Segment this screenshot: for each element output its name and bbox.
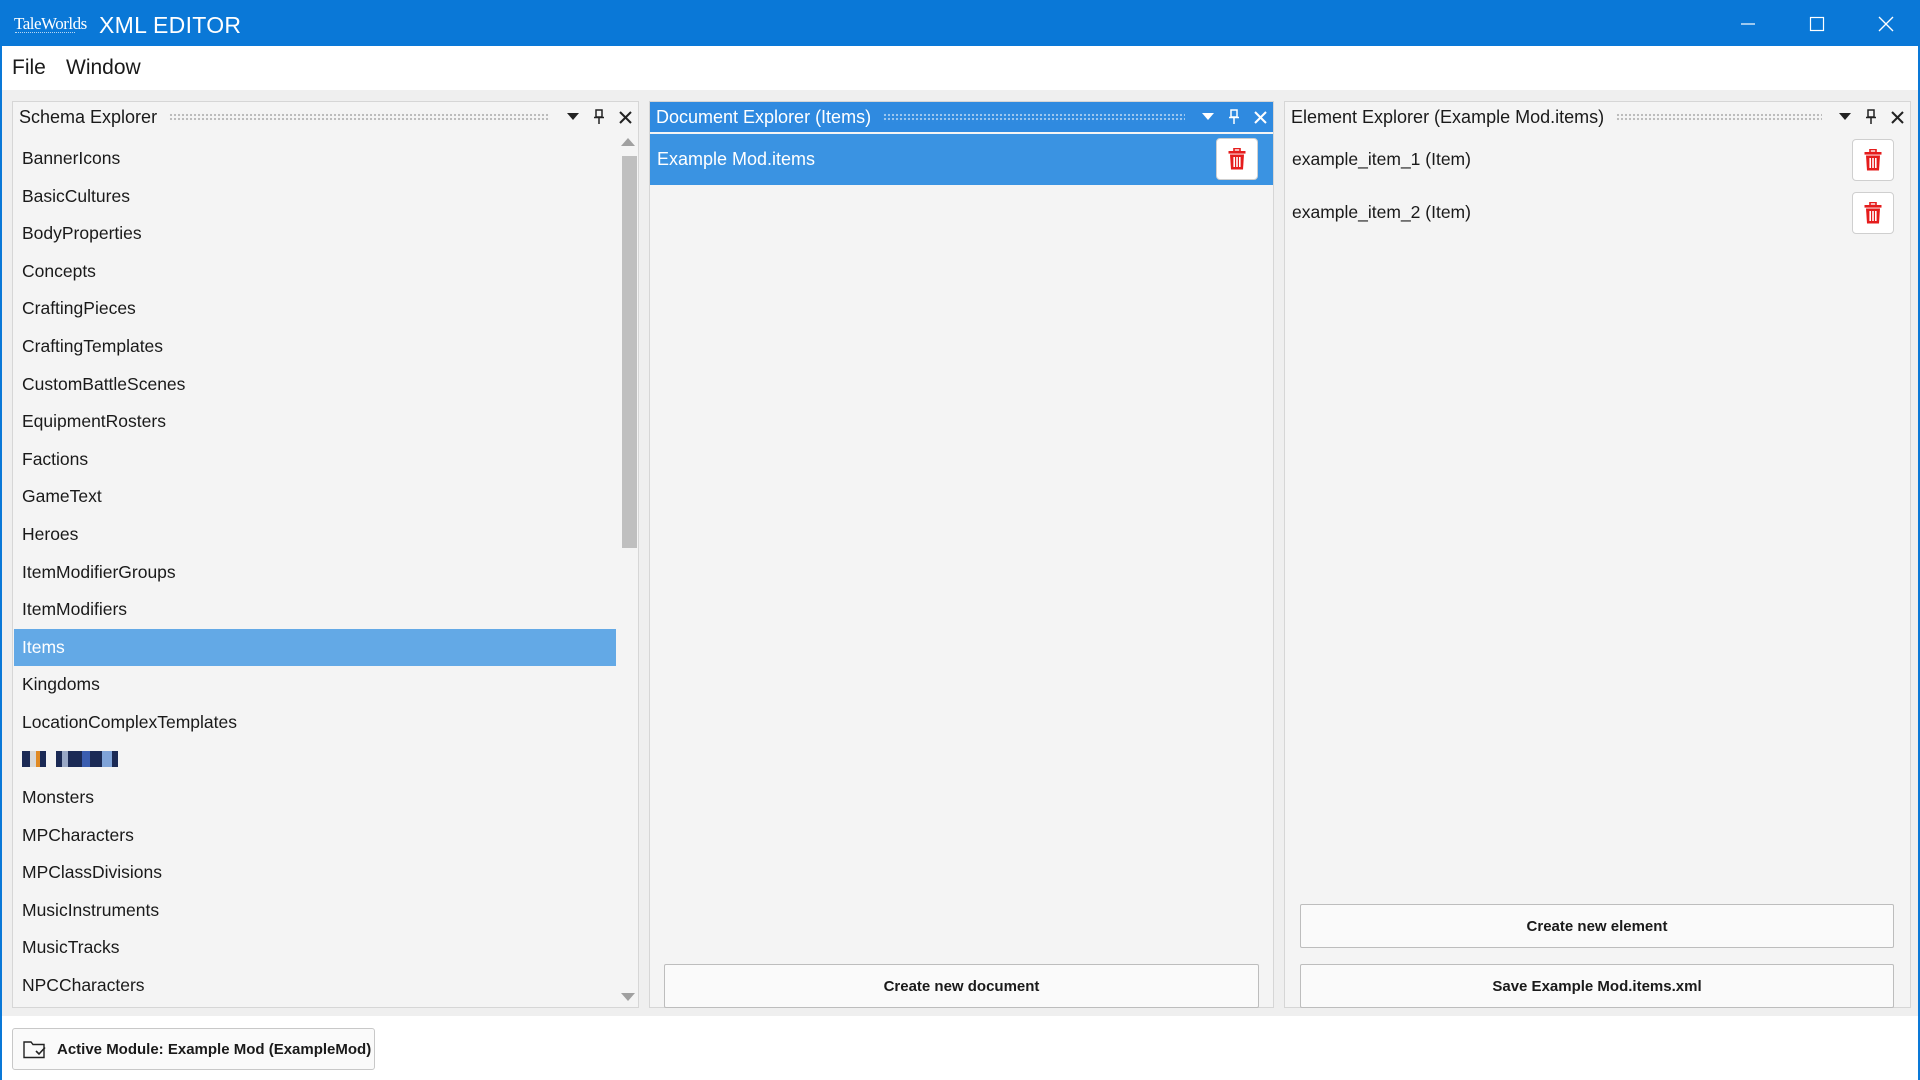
schema-item-craftingpieces[interactable]: CraftingPieces (14, 290, 616, 328)
scroll-down-arrow[interactable] (621, 993, 635, 1001)
schema-item-npccharacters[interactable]: NPCCharacters (14, 967, 616, 1005)
save-document-button[interactable]: Save Example Mod.items.xml (1300, 964, 1894, 1008)
document-list-container: Example Mod.items Create new document (650, 132, 1273, 1008)
schema-item-mpcharacters[interactable]: MPCharacters (14, 817, 616, 855)
trash-icon (1228, 148, 1246, 170)
panel-close-button[interactable] (1884, 102, 1910, 132)
delete-element-button[interactable] (1852, 139, 1894, 181)
scroll-up-arrow[interactable] (621, 138, 635, 146)
active-module-label: Active Module: Example Mod (ExampleMod) (57, 1040, 372, 1058)
maximize-icon (1809, 16, 1825, 32)
panel-title: Element Explorer (Example Mod.items) (1291, 106, 1605, 127)
pin-icon (1866, 109, 1876, 124)
schema-item-mpclassdivisions[interactable]: MPClassDivisions (14, 854, 616, 892)
schema-explorer-panel: Schema Explorer BannerIcons BasicCulture… (12, 101, 639, 1008)
menu-bar: File Window (2, 46, 1918, 90)
schema-item-redacted[interactable] (14, 742, 616, 780)
schema-scrollbar[interactable] (618, 132, 638, 1007)
document-explorer-header[interactable]: Document Explorer (Items) (650, 102, 1273, 132)
schema-list-container: BannerIcons BasicCultures BodyProperties… (13, 132, 638, 1007)
taleworlds-logo: TaleWorlds (14, 14, 87, 33)
schema-item-bodyproperties[interactable]: BodyProperties (14, 215, 616, 253)
schema-item-factions[interactable]: Factions (14, 441, 616, 479)
pin-icon (1229, 109, 1239, 124)
panel-title: Document Explorer (Items) (656, 106, 872, 127)
status-bar: Active Module: Example Mod (ExampleMod) (2, 1016, 1918, 1080)
document-row[interactable]: Example Mod.items (650, 134, 1273, 185)
schema-item-custombattlescenes[interactable]: CustomBattleScenes (14, 366, 616, 404)
drag-grip[interactable] (1616, 112, 1822, 122)
schema-explorer-header[interactable]: Schema Explorer (13, 102, 638, 132)
schema-item-items[interactable]: Items (14, 628, 616, 667)
schema-item-itemmodifiers[interactable]: ItemModifiers (14, 591, 616, 629)
schema-list: BannerIcons BasicCultures BodyProperties… (14, 140, 616, 1005)
schema-item-gametext[interactable]: GameText (14, 478, 616, 516)
schema-item-craftingtemplates[interactable]: CraftingTemplates (14, 328, 616, 366)
close-icon (1878, 16, 1894, 32)
panel-pin-button[interactable] (1858, 102, 1884, 132)
panel-close-button[interactable] (1247, 102, 1273, 132)
maximize-button[interactable] (1783, 2, 1851, 46)
create-new-document-button[interactable]: Create new document (664, 964, 1259, 1008)
element-explorer-header[interactable]: Element Explorer (Example Mod.items) (1285, 102, 1910, 132)
element-row[interactable]: example_item_1 (Item) (1285, 134, 1910, 186)
trash-icon (1864, 202, 1882, 224)
element-row[interactable]: example_item_2 (Item) (1285, 187, 1910, 239)
window-title: XML EDITOR (99, 12, 242, 38)
redacted-label (22, 750, 122, 767)
element-name: example_item_1 (Item) (1292, 149, 1471, 169)
workspace: Schema Explorer BannerIcons BasicCulture… (2, 90, 1918, 1016)
pin-icon (594, 109, 604, 124)
panel-pin-button[interactable] (586, 102, 612, 132)
create-new-element-button[interactable]: Create new element (1300, 904, 1894, 948)
schema-item-musicinstruments[interactable]: MusicInstruments (14, 892, 616, 930)
folder-check-icon (23, 1041, 46, 1059)
active-module-button[interactable]: Active Module: Example Mod (ExampleMod) (12, 1028, 375, 1070)
app-window: TaleWorlds XML EDITOR File Window Schema… (0, 0, 1920, 1080)
menu-file[interactable]: File (12, 56, 46, 80)
dropdown-arrow-icon (1202, 113, 1214, 120)
schema-item-concepts[interactable]: Concepts (14, 253, 616, 291)
drag-grip[interactable] (169, 112, 550, 122)
delete-element-button[interactable] (1852, 192, 1894, 234)
schema-item-basiccultures[interactable]: BasicCultures (14, 178, 616, 216)
schema-item-kingdoms[interactable]: Kingdoms (14, 666, 616, 704)
title-bar[interactable]: TaleWorlds XML EDITOR (2, 2, 1918, 46)
document-explorer-panel: Document Explorer (Items) Example Mod.it… (649, 101, 1274, 1008)
schema-item-heroes[interactable]: Heroes (14, 516, 616, 554)
dropdown-arrow-icon (567, 113, 579, 120)
panel-menu-button[interactable] (1832, 102, 1858, 132)
scroll-thumb[interactable] (622, 156, 637, 548)
panel-pin-button[interactable] (1221, 102, 1247, 132)
schema-item-monsters[interactable]: Monsters (14, 779, 616, 817)
dropdown-arrow-icon (1839, 113, 1851, 120)
close-icon (1890, 110, 1904, 124)
close-window-button[interactable] (1852, 2, 1920, 46)
document-name: Example Mod.items (657, 149, 816, 169)
minimize-icon (1741, 23, 1755, 25)
schema-item-itemmodifiergroups[interactable]: ItemModifierGroups (14, 554, 616, 592)
schema-item-bannericons[interactable]: BannerIcons (14, 140, 616, 178)
drag-grip[interactable] (883, 112, 1185, 122)
menu-window[interactable]: Window (66, 56, 141, 80)
schema-item-equipmentrosters[interactable]: EquipmentRosters (14, 403, 616, 441)
logo-underline (15, 32, 75, 34)
trash-icon (1864, 149, 1882, 171)
element-name: example_item_2 (Item) (1292, 202, 1471, 222)
panel-menu-button[interactable] (1195, 102, 1221, 132)
panel-menu-button[interactable] (560, 102, 586, 132)
schema-item-musictracks[interactable]: MusicTracks (14, 929, 616, 967)
panel-title: Schema Explorer (19, 106, 158, 127)
close-icon (1253, 110, 1267, 124)
schema-item-locationcomplextemplates[interactable]: LocationComplexTemplates (14, 704, 616, 742)
panel-close-button[interactable] (612, 102, 638, 132)
close-icon (618, 110, 632, 124)
element-explorer-panel: Element Explorer (Example Mod.items) exa… (1284, 101, 1911, 1008)
element-list-container: example_item_1 (Item) example_item_2 (It… (1285, 132, 1910, 1008)
delete-document-button[interactable] (1216, 138, 1258, 180)
minimize-button[interactable] (1714, 2, 1782, 46)
